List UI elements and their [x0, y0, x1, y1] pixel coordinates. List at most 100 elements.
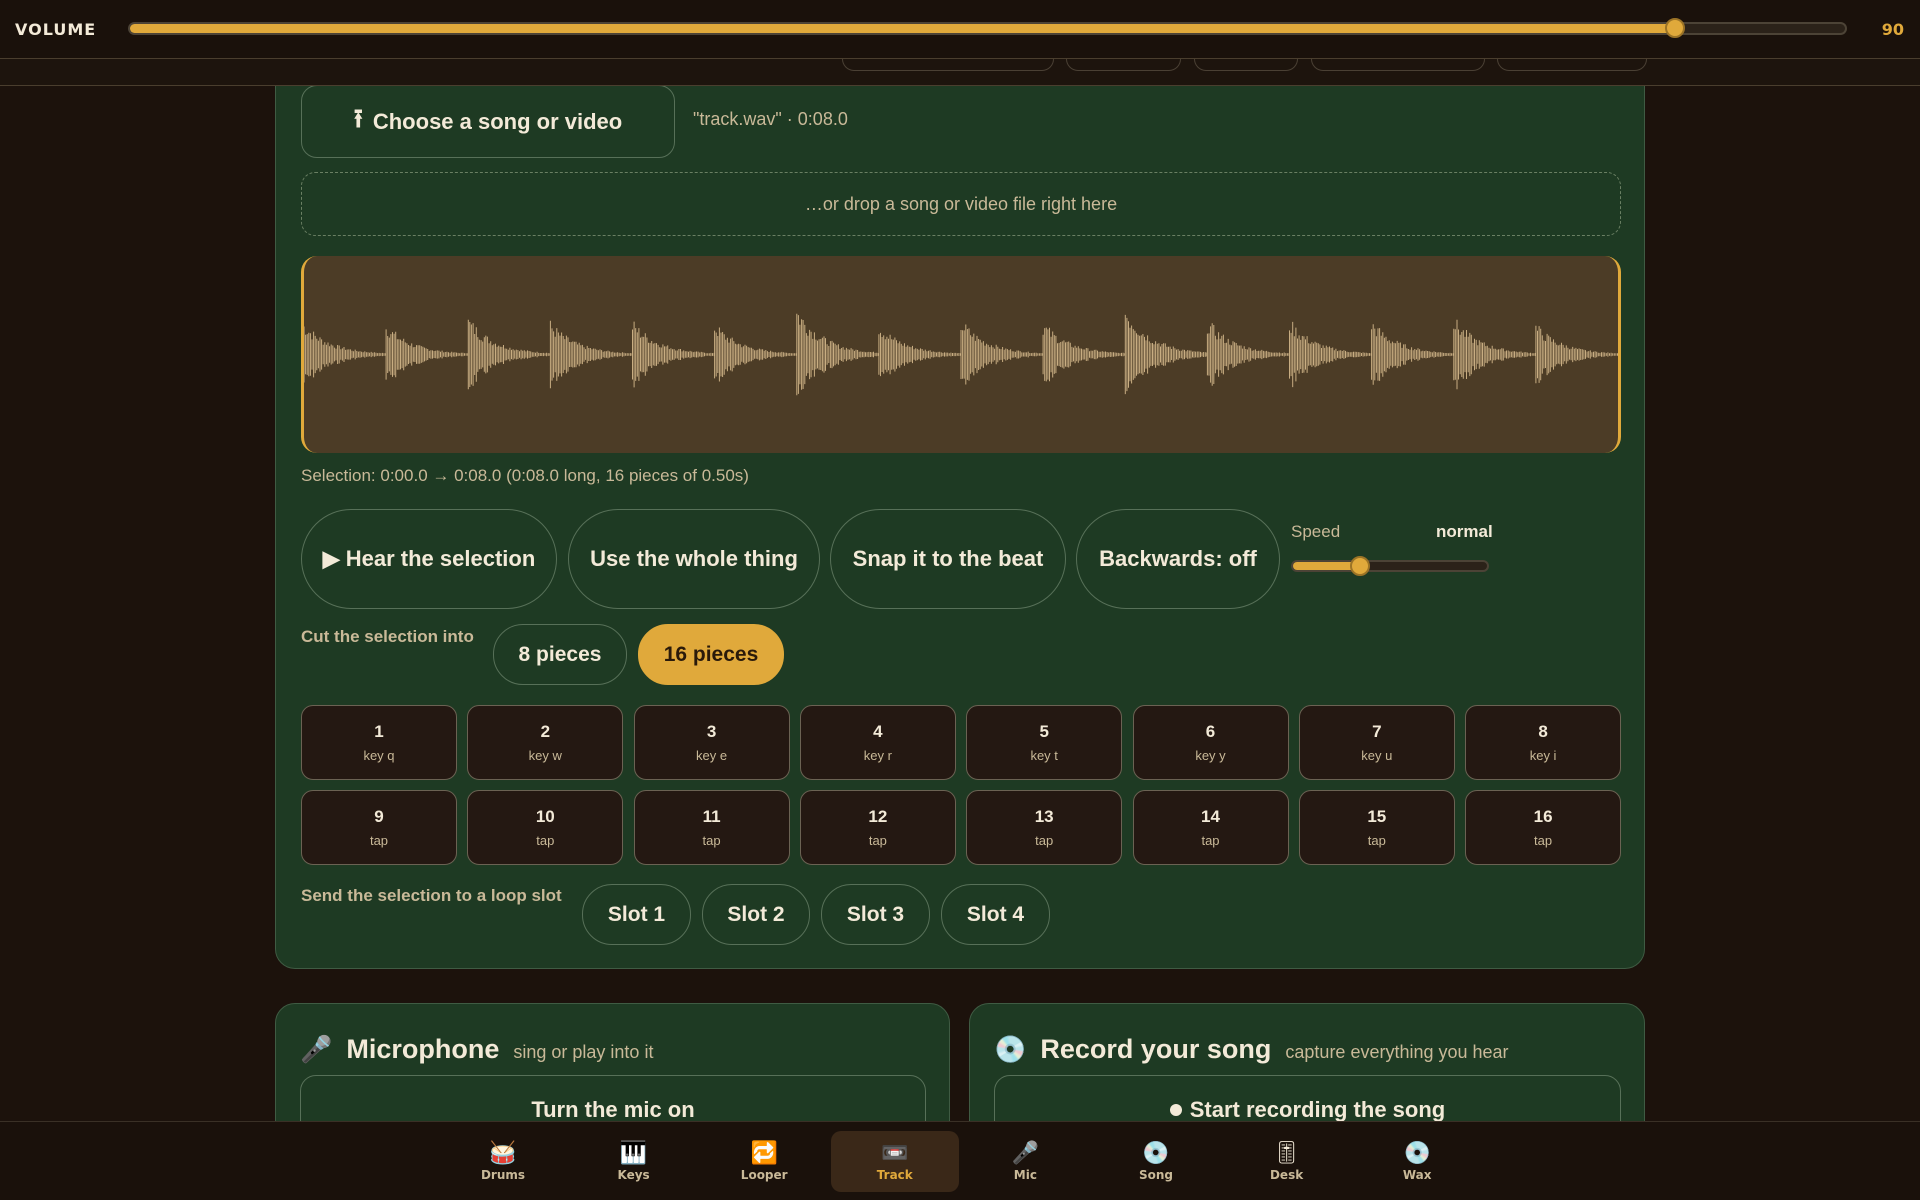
waveform-display[interactable] [301, 256, 1621, 453]
microphone-icon: 🎤 [1011, 1140, 1040, 1165]
volume-slider-handle[interactable] [1665, 18, 1686, 38]
pad-number: 9 [374, 807, 384, 826]
drop-zone-text: …or drop a song or video file right here [804, 193, 1118, 214]
file-info: "track.wav" · 0:08.0 [693, 109, 848, 129]
pad-2[interactable]: 2 key w [467, 705, 624, 780]
pad-number: 5 [1039, 722, 1049, 741]
pad-10[interactable]: 10 tap [467, 790, 624, 865]
pad-7[interactable]: 7 key u [1298, 705, 1455, 780]
hear-selection-button[interactable]: ▶ Hear the selection [301, 509, 557, 609]
speed-slider[interactable] [1291, 560, 1489, 572]
record-subtitle: capture everything you hear [1285, 1042, 1509, 1062]
pad-trigger: key i [1529, 748, 1557, 763]
drum-icon: 🥁 [489, 1140, 517, 1165]
bottom-nav: 🥁 Drums 🎹 Keys 🔁 Looper 📼 Track 🎤 Mic 💿 Song 🎚 Desk 💿 W… [0, 1121, 1920, 1200]
pad-trigger: tap [369, 833, 389, 848]
upload-icon: ⭱ [353, 102, 363, 133]
microphone-title: Microphone [346, 1034, 500, 1064]
pad-trigger: key w [528, 748, 562, 763]
pad-11[interactable]: 11 tap [633, 790, 790, 865]
drop-zone[interactable]: …or drop a song or video file right here [301, 172, 1621, 236]
pad-trigger: tap [1367, 833, 1386, 848]
hidden-header-button[interactable] [1497, 59, 1647, 71]
pad-number: 16 [1533, 807, 1553, 826]
pad-number: 7 [1372, 722, 1382, 741]
pad-trigger: tap [1035, 833, 1054, 848]
pad-15[interactable]: 15 tap [1298, 790, 1455, 865]
pad-5[interactable]: 5 key t [966, 705, 1123, 780]
cut-16-pieces-button[interactable]: 16 pieces [638, 624, 784, 685]
nav-keys[interactable]: 🎹 Keys [570, 1131, 698, 1192]
slot-3-button[interactable]: Slot 3 [821, 884, 930, 945]
pad-number: 13 [1034, 807, 1054, 826]
pad-number: 12 [868, 807, 888, 826]
pad-number: 3 [706, 722, 717, 741]
pad-4[interactable]: 4 key r [799, 705, 956, 780]
record-title: Record your song [1040, 1034, 1272, 1064]
nav-label: Track [876, 1168, 913, 1182]
disc-icon: 💿 [994, 1034, 1027, 1064]
hidden-header-button[interactable] [1194, 59, 1298, 71]
pad-trigger: key e [696, 748, 728, 763]
microphone-subtitle: sing or play into it [513, 1042, 654, 1062]
nav-drums[interactable]: 🥁 Drums [439, 1131, 567, 1192]
backwards-toggle[interactable]: Backwards: off [1076, 509, 1280, 609]
pad-number: 6 [1205, 722, 1216, 741]
hidden-header-button[interactable] [1066, 59, 1181, 71]
pad-14[interactable]: 14 tap [1132, 790, 1289, 865]
track-panel: ⭱ Choose a song or video "track.wav" · 0… [275, 50, 1645, 969]
slot-1-button[interactable]: Slot 1 [582, 884, 691, 945]
nav-looper[interactable]: 🔁 Looper [700, 1131, 828, 1192]
nav-label: Desk [1269, 1168, 1304, 1182]
nav-song[interactable]: 💿 Song [1092, 1131, 1220, 1192]
speed-label: Speed [1291, 522, 1341, 541]
nav-wax[interactable]: 💿 Wax [1353, 1131, 1481, 1192]
choose-file-label: Choose a song or video [372, 108, 623, 134]
mic-on-label: Turn the mic on [531, 1097, 695, 1122]
pad-3[interactable]: 3 key e [633, 705, 790, 780]
pad-number: 2 [540, 722, 551, 741]
pad-13[interactable]: 13 tap [966, 790, 1123, 865]
waveform-graphic [304, 313, 1618, 396]
nav-mic[interactable]: 🎤 Mic [961, 1131, 1089, 1192]
pad-6[interactable]: 6 key y [1132, 705, 1289, 780]
volume-slider-fill [130, 24, 1674, 33]
pad-1[interactable]: 1 key q [301, 705, 457, 780]
slot-4-button[interactable]: Slot 4 [941, 884, 1050, 945]
slot-2-button[interactable]: Slot 2 [702, 884, 810, 945]
hidden-header-button[interactable] [842, 59, 1054, 71]
speed-slider-handle[interactable] [1350, 556, 1371, 576]
record-icon: 💿 [1403, 1140, 1431, 1165]
cut-8-pieces-button[interactable]: 8 pieces [493, 624, 627, 685]
pad-trigger: key t [1030, 748, 1058, 763]
cut-label: Cut the selection into [301, 627, 474, 646]
pad-9[interactable]: 9 tap [301, 790, 457, 865]
volume-slider[interactable] [128, 22, 1847, 35]
pad-trigger: tap [1201, 833, 1220, 848]
pad-trigger: key y [1195, 748, 1226, 763]
hidden-header-button[interactable] [1311, 59, 1485, 71]
pad-trigger: tap [702, 833, 721, 848]
volume-value: 90 [1881, 20, 1904, 39]
nav-track[interactable]: 📼 Track [830, 1131, 959, 1192]
snap-to-beat-button[interactable]: Snap it to the beat [830, 509, 1066, 609]
nav-label: Wax [1402, 1168, 1432, 1182]
nav-desk[interactable]: 🎚 Desk [1223, 1131, 1351, 1192]
pad-12[interactable]: 12 tap [799, 790, 956, 865]
microphone-icon: 🎤 [300, 1034, 333, 1064]
selection-info: Selection: 0:00.0 → 0:08.0 (0:08.0 long,… [301, 466, 749, 485]
nav-label: Drums [480, 1168, 526, 1182]
pad-number: 4 [873, 722, 883, 741]
pad-8[interactable]: 8 key i [1465, 705, 1622, 780]
pad-number: 10 [535, 807, 555, 826]
volume-label: VOLUME [15, 20, 97, 39]
pad-16[interactable]: 16 tap [1465, 790, 1622, 865]
choose-file-button[interactable]: ⭱ Choose a song or video [301, 85, 675, 158]
nav-label: Keys [617, 1168, 650, 1182]
start-recording-label: Start recording the song [1189, 1097, 1446, 1122]
use-whole-button[interactable]: Use the whole thing [568, 509, 820, 609]
pad-trigger: tap [536, 833, 555, 848]
pad-number: 15 [1367, 807, 1387, 826]
speed-value: normal [1436, 522, 1493, 541]
cassette-icon: 📼 [881, 1140, 909, 1165]
